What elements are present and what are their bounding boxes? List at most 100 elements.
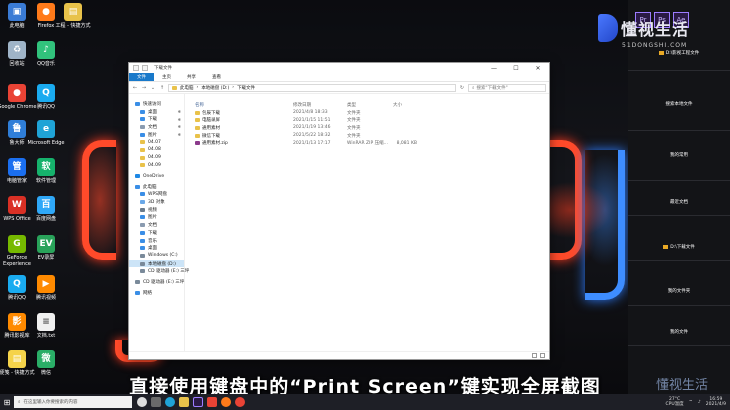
sidebar-item[interactable]: 04.08 xyxy=(129,146,184,154)
wps-taskbar-icon[interactable] xyxy=(207,397,217,407)
desktop-icon[interactable]: e Microsoft Edge xyxy=(26,120,66,146)
file-explorer-taskbar-icon[interactable] xyxy=(179,397,189,407)
sidebar-item[interactable]: 下载 xyxy=(129,229,184,237)
back-arrow-icon[interactable]: ← xyxy=(132,85,138,91)
file-row[interactable]: 包辰下载 2021/4/8 18:33 文件夹 xyxy=(185,109,549,117)
windows-start-icon[interactable]: ⊞ xyxy=(0,394,14,410)
pin-icon[interactable]: ✱ xyxy=(178,132,181,137)
sidebar-item[interactable]: 视频 xyxy=(129,206,184,214)
sidebar-item[interactable]: 网络 xyxy=(129,289,184,297)
forward-arrow-icon[interactable]: → xyxy=(141,85,147,91)
desktop-icon[interactable]: ≡ 文档.txt xyxy=(26,313,66,339)
panel-item[interactable]: 搜索本地文件 xyxy=(628,101,730,107)
sidebar-item[interactable]: 04.09 xyxy=(129,154,184,162)
file-name: 微信下载 xyxy=(202,133,220,139)
desktop-icon[interactable]: 软软件管理 xyxy=(26,158,66,184)
window-title: 下载文件 xyxy=(154,66,172,71)
column-name[interactable]: 名称 xyxy=(195,102,293,108)
sidebar-item[interactable]: 本地磁盘 (D:) xyxy=(129,259,184,268)
breadcrumb-downloads[interactable]: 下载文件 xyxy=(237,85,255,91)
breadcrumb-this-pc[interactable]: 此电脑 xyxy=(180,85,194,91)
edge-taskbar-icon[interactable] xyxy=(165,397,175,407)
desktop-icon-label: 文档.txt xyxy=(36,333,56,339)
maximize-button[interactable]: ☐ xyxy=(505,65,527,72)
sidebar-item[interactable]: 图片 xyxy=(129,214,184,222)
file-row[interactable]: 电脑录屏 2021/1/15 11:51 文件夹 xyxy=(185,117,549,125)
sidebar-item[interactable]: 04.07 xyxy=(129,138,184,146)
widget-icon[interactable] xyxy=(151,397,161,407)
breadcrumb-drive-d[interactable]: 本地磁盘 (D:) xyxy=(201,85,229,91)
panel-divider xyxy=(628,215,730,216)
tab-home[interactable]: 主页 xyxy=(154,73,179,81)
tab-share[interactable]: 共享 xyxy=(179,73,204,81)
sidebar-item[interactable]: 3D 对象 xyxy=(129,198,184,206)
sidebar-item[interactable]: 文档 ✱ xyxy=(129,123,184,131)
search-input[interactable]: ⌕ 搜索"下载文件" xyxy=(468,83,546,92)
details-view-icon[interactable] xyxy=(532,353,537,358)
large-icons-view-icon[interactable] xyxy=(540,353,545,358)
column-size[interactable]: 大小 xyxy=(393,102,417,108)
zip-file-icon xyxy=(195,141,200,146)
desktop-icon[interactable]: ▤ 工程 - 快捷方式 xyxy=(53,3,93,29)
chrome-taskbar-icon[interactable] xyxy=(235,397,245,407)
cpu-label: CPU温度 xyxy=(665,402,684,407)
taskbar-search-input[interactable]: ⌕ 在这里输入你要搜索的内容 xyxy=(14,396,132,408)
new-folder-icon[interactable] xyxy=(142,65,148,71)
panel-item[interactable]: 我的常用 xyxy=(628,152,730,158)
sidebar-item[interactable]: 04.09 xyxy=(129,162,184,170)
properties-icon[interactable] xyxy=(133,65,139,71)
file-row[interactable]: 通用素材.zip 2021/1/13 17:17 WinRAR ZIP 压缩... 8… xyxy=(185,139,549,147)
sidebar-item[interactable]: 音乐 xyxy=(129,237,184,245)
sidebar-item[interactable]: 图片 ✱ xyxy=(129,131,184,139)
sidebar-item[interactable]: CD 驱动器 (E:) 三坪 xyxy=(129,278,184,286)
panel-item[interactable]: 我的文件 xyxy=(628,329,730,335)
desktop-icon[interactable]: 百百度网盘 xyxy=(26,196,66,222)
minimize-button[interactable]: — xyxy=(483,65,505,72)
task-view-icon[interactable] xyxy=(137,397,147,407)
file-type: 文件夹 xyxy=(347,125,361,131)
panel-item-label: D:\下载文件 xyxy=(670,245,695,250)
clock[interactable]: 16:59 2021/4/9 xyxy=(706,397,726,407)
desktop-icon[interactable]: EV EV录屏 xyxy=(26,235,66,261)
address-bar[interactable]: 此电脑 › 本地磁盘 (D:) › 下载文件 xyxy=(168,83,456,92)
desktop-icon[interactable]: Q 腾讯QQ xyxy=(26,84,66,110)
column-type[interactable]: 类型 xyxy=(347,102,393,108)
desktop-icon[interactable]: ♪ QQ音乐 xyxy=(26,41,66,67)
folder-icon xyxy=(140,109,145,114)
panel-item[interactable]: 我的文件夹 xyxy=(628,288,730,294)
close-button[interactable]: ✕ xyxy=(527,65,549,72)
up-arrow-icon[interactable]: ↑ xyxy=(159,85,165,91)
sidebar-item[interactable]: 桌面 xyxy=(129,244,184,252)
app-icon: ▤ xyxy=(64,3,82,21)
pin-icon[interactable]: ✱ xyxy=(178,124,181,129)
premiere-taskbar-icon[interactable] xyxy=(193,397,203,407)
sidebar-item[interactable]: CD 驱动器 (E:) 三坪 xyxy=(129,267,189,275)
panel-item[interactable]: D:\下载文件 xyxy=(628,244,730,250)
desktop-icon[interactable]: ▶ 腾讯视频 xyxy=(26,275,66,301)
column-date[interactable]: 修改日期 xyxy=(293,102,347,108)
sidebar-item[interactable]: 文档 xyxy=(129,221,184,229)
sidebar-item[interactable]: 下载 ✱ xyxy=(129,115,184,123)
sidebar-item[interactable]: OneDrive xyxy=(129,172,184,180)
sidebar-item[interactable]: 快速访问 xyxy=(129,100,184,108)
network-icon[interactable]: ⌔ xyxy=(689,399,693,405)
recent-chevron-icon[interactable]: ⌄ xyxy=(150,85,156,91)
sidebar-item[interactable]: 桌面 ✱ xyxy=(129,108,184,116)
refresh-icon[interactable]: ↻ xyxy=(459,85,465,91)
sidebar-item[interactable]: 此电脑 xyxy=(129,183,184,191)
volume-icon[interactable]: ♪ xyxy=(698,400,701,405)
file-row[interactable]: 微信下载 2021/5/22 18:32 文件夹 xyxy=(185,132,549,140)
pin-icon[interactable]: ✱ xyxy=(178,109,181,114)
tab-view[interactable]: 查看 xyxy=(204,73,229,81)
sidebar-item[interactable]: WPS网盘 xyxy=(129,191,184,199)
sidebar-item[interactable]: Windows (C:) xyxy=(129,252,184,260)
desktop-icon-label: Microsoft Edge xyxy=(27,140,65,146)
tab-file[interactable]: 文件 xyxy=(129,73,154,81)
firefox-taskbar-icon[interactable] xyxy=(221,397,231,407)
file-row[interactable]: 通用素材 2021/1/19 13:46 文件夹 xyxy=(185,124,549,132)
breadcrumb-separator-icon: › xyxy=(196,85,199,90)
sidebar-item-label: CD 驱动器 (E:) 三坪 xyxy=(148,269,190,275)
pin-icon[interactable]: ✱ xyxy=(178,117,181,122)
panel-item[interactable]: D:\影视工程文件 xyxy=(628,50,730,56)
panel-item[interactable]: 最近文档 xyxy=(628,199,730,205)
